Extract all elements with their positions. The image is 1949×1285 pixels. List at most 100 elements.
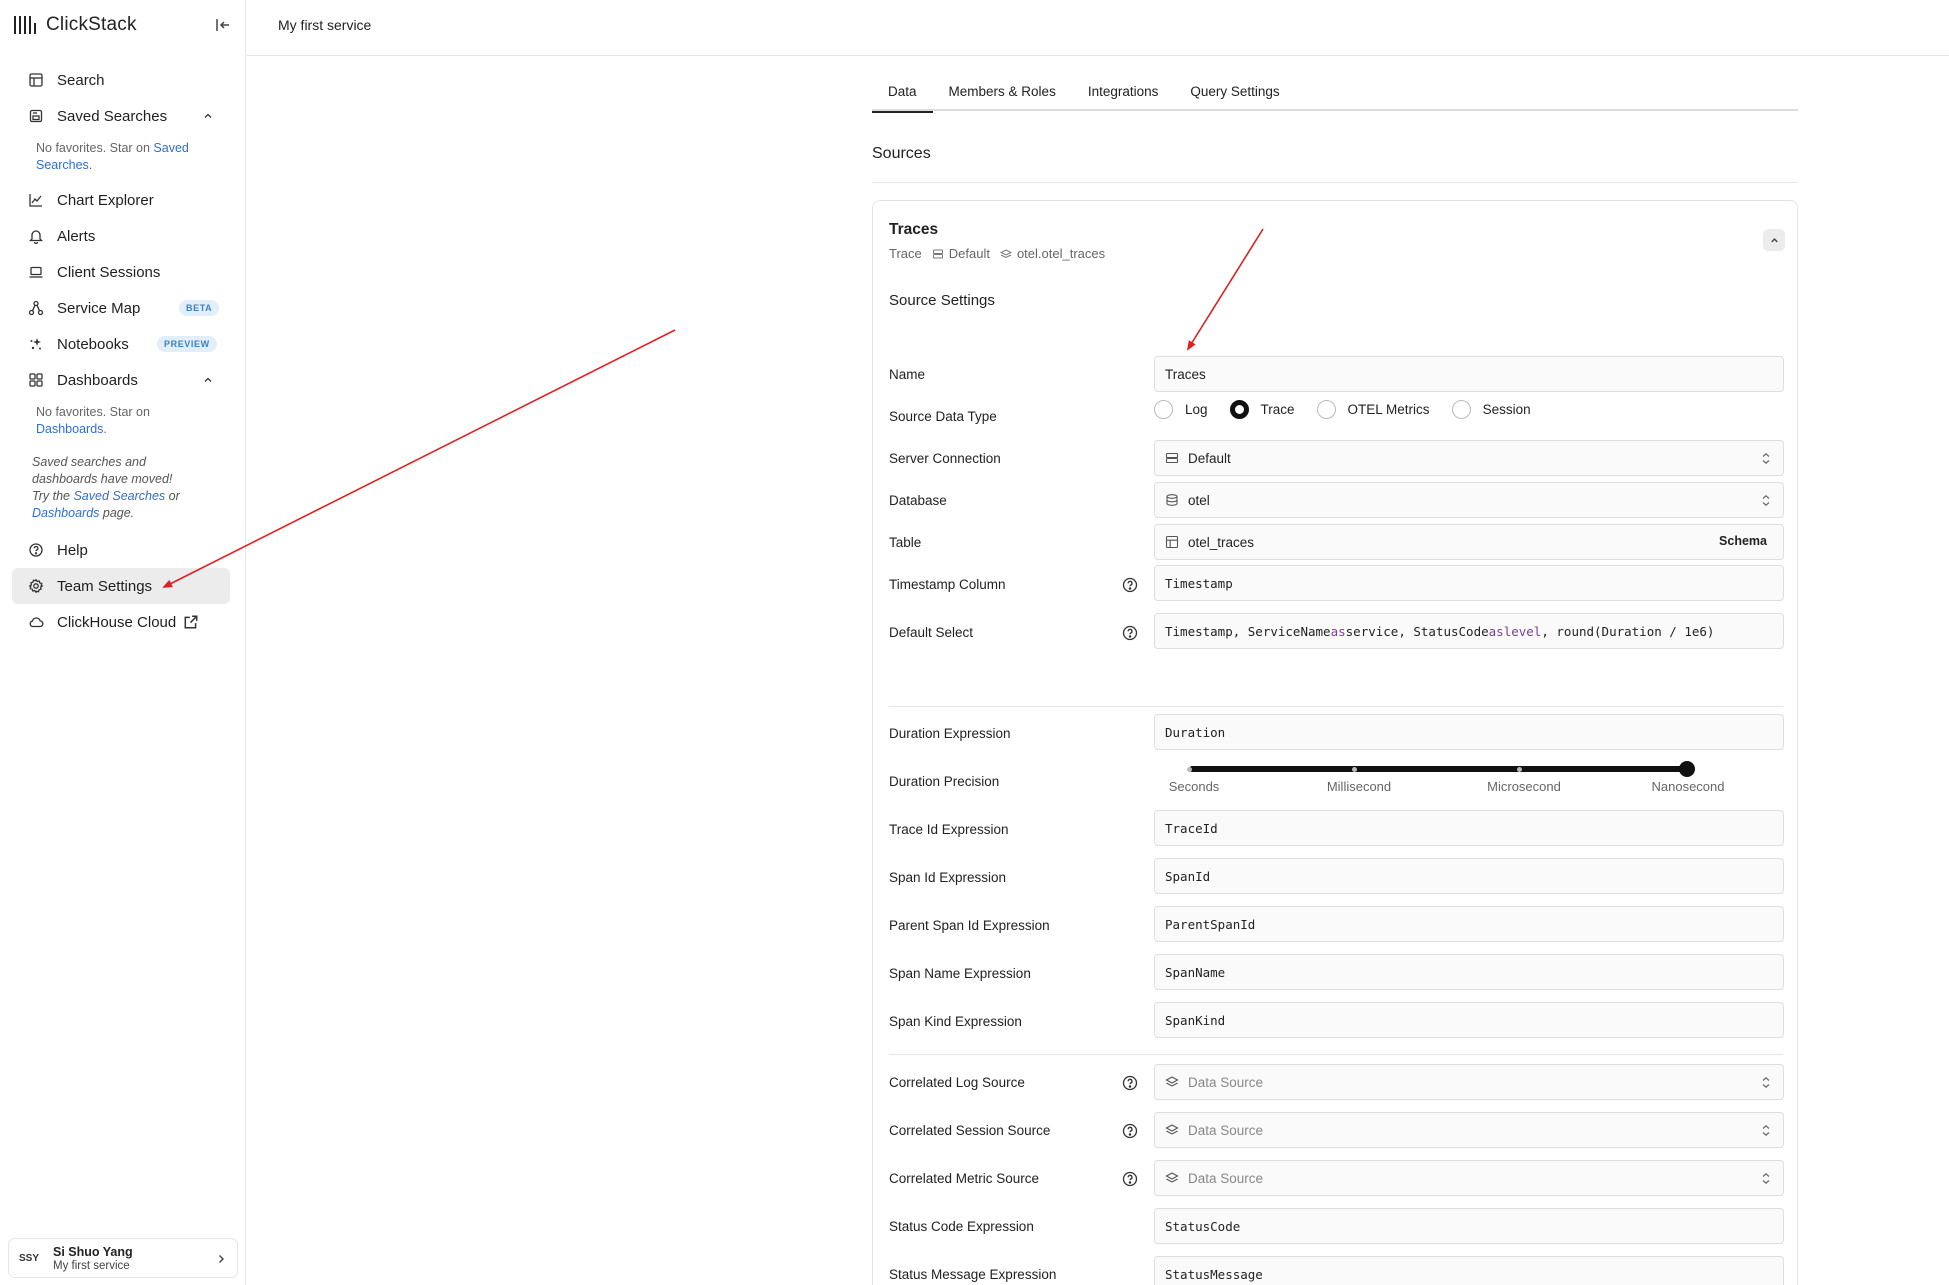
database-icon xyxy=(1166,494,1178,506)
slider-tick-label: Nanosecond xyxy=(1651,779,1725,794)
name-input[interactable]: Traces xyxy=(1154,356,1784,392)
source-title: Traces xyxy=(889,221,939,238)
sidebar-item-chart-explorer[interactable]: Chart Explorer xyxy=(12,182,230,218)
sidebar-item-help[interactable]: Help xyxy=(12,532,230,568)
sidebar: ClickStack Search Saved Searches No favo… xyxy=(0,0,246,1285)
radio-otel-metrics[interactable] xyxy=(1316,400,1336,419)
help-circle-icon[interactable] xyxy=(1122,1171,1138,1187)
slider-mark xyxy=(1352,767,1357,772)
radio-label: OTEL Metrics xyxy=(1347,402,1430,417)
correlated-session-source-select[interactable]: Data Source xyxy=(1154,1112,1784,1148)
parent-span-id-expression-input[interactable]: ParentSpanId xyxy=(1154,906,1784,942)
user-name: Si Shuo Yang xyxy=(53,1244,133,1259)
tab-integrations[interactable]: Integrations xyxy=(1072,76,1175,111)
table-select[interactable]: otel_traces Schema xyxy=(1154,524,1784,560)
stack-icon xyxy=(1165,1124,1179,1135)
dashboards-link[interactable]: Dashboards xyxy=(32,506,99,520)
select-value: otel_traces xyxy=(1188,534,1255,550)
span-kind-expression-input[interactable]: SpanKind xyxy=(1154,1002,1784,1038)
select-placeholder: Data Source xyxy=(1188,1170,1264,1186)
user-service: My first service xyxy=(53,1259,130,1272)
schema-button[interactable]: Schema xyxy=(1719,534,1767,548)
sidebar-item-search[interactable]: Search xyxy=(12,62,230,98)
saved-searches-link[interactable]: Saved Searches xyxy=(73,489,165,503)
tab-query-settings[interactable]: Query Settings xyxy=(1174,76,1295,111)
chevron-up-icon[interactable] xyxy=(202,374,214,386)
database-select[interactable]: otel xyxy=(1154,482,1784,518)
correlated-metric-source-select[interactable]: Data Source xyxy=(1154,1160,1784,1196)
radio-trace[interactable] xyxy=(1229,400,1249,419)
server-icon xyxy=(1165,452,1179,464)
moved-text: page. xyxy=(99,506,135,520)
span-id-expression-input[interactable]: SpanId xyxy=(1154,858,1784,894)
source-card-traces: Traces Trace Default otel.otel_traces So… xyxy=(872,200,1798,1285)
help-circle-icon[interactable] xyxy=(1122,1075,1138,1091)
brand-name: ClickStack xyxy=(46,14,137,35)
preview-badge: PREVIEW xyxy=(157,336,217,352)
code-keyword: as xyxy=(1488,623,1504,639)
sidebar-item-label: Help xyxy=(57,541,88,559)
slider-thumb[interactable] xyxy=(1679,761,1695,777)
parent-span-id-expression-label: Parent Span Id Expression xyxy=(889,918,1050,933)
selector-icon xyxy=(1762,1172,1770,1185)
sidebar-item-service-map[interactable]: Service Map BETA xyxy=(12,290,230,326)
sidebar-item-label: Team Settings xyxy=(57,577,153,595)
status-code-expression-label: Status Code Expression xyxy=(889,1219,1034,1234)
help-circle-icon[interactable] xyxy=(1122,625,1138,641)
brand[interactable]: ClickStack xyxy=(14,12,137,38)
sidebar-item-dashboards[interactable]: Dashboards xyxy=(12,362,230,398)
radio-label: Trace xyxy=(1260,402,1295,417)
slider-tick-label: Seconds xyxy=(1168,779,1220,794)
collapse-sidebar-icon[interactable] xyxy=(214,16,232,34)
radio-label: Session xyxy=(1482,402,1531,417)
duration-expression-input[interactable]: Duration xyxy=(1154,714,1784,750)
span-id-expression-label: Span Id Expression xyxy=(889,870,1007,885)
sidebar-item-clickhouse-cloud[interactable]: ClickHouse Cloud xyxy=(12,604,230,640)
selector-icon xyxy=(1762,1076,1770,1089)
server-connection-select[interactable]: Default xyxy=(1154,440,1784,476)
chevron-up-icon[interactable] xyxy=(202,110,214,122)
duration-precision-label: Duration Precision xyxy=(889,774,1000,789)
span-name-expression-label: Span Name Expression xyxy=(889,966,1031,981)
default-select-input[interactable]: Timestamp, ServiceName as service, Statu… xyxy=(1154,613,1784,649)
correlated-log-source-select[interactable]: Data Source xyxy=(1154,1064,1784,1100)
timestamp-column-input[interactable]: Timestamp xyxy=(1154,565,1784,601)
trace-id-expression-label: Trace Id Expression xyxy=(889,822,1009,837)
chart-line-icon xyxy=(29,194,42,207)
gear-icon xyxy=(28,578,44,594)
sidebar-item-client-sessions[interactable]: Client Sessions xyxy=(12,254,230,290)
database-label: Database xyxy=(889,493,947,508)
note-text: No favorites. Star on xyxy=(36,141,154,155)
user-info: Si Shuo Yang My first service xyxy=(53,1245,133,1272)
source-table: otel.otel_traces xyxy=(1016,246,1106,261)
user-menu[interactable]: SSY Si Shuo Yang My first service xyxy=(8,1238,238,1278)
status-code-expression-input[interactable]: StatusCode xyxy=(1154,1208,1784,1244)
sidebar-item-alerts[interactable]: Alerts xyxy=(12,218,230,254)
radio-log[interactable] xyxy=(1154,400,1173,419)
sidebar-item-saved-searches[interactable]: Saved Searches xyxy=(12,98,230,134)
help-circle-icon[interactable] xyxy=(1122,577,1138,593)
dashboards-link[interactable]: Dashboards xyxy=(36,422,103,436)
tab-members-roles[interactable]: Members & Roles xyxy=(933,76,1072,111)
source-data-type-radio-group: Log Trace OTEL Metrics Session xyxy=(1154,400,1553,419)
table-icon xyxy=(29,73,43,87)
external-link-icon xyxy=(184,615,198,629)
collapse-card-button[interactable] xyxy=(1763,229,1785,251)
sidebar-item-notebooks[interactable]: Notebooks PREVIEW xyxy=(12,326,230,362)
status-message-expression-input[interactable]: StatusMessage xyxy=(1154,1256,1784,1285)
help-circle-icon[interactable] xyxy=(1122,1123,1138,1139)
select-value: Default xyxy=(1188,450,1231,466)
code-text: service, StatusCode xyxy=(1345,623,1489,639)
selector-icon xyxy=(1762,1124,1770,1137)
selector-icon xyxy=(1762,494,1770,507)
duration-precision-slider[interactable]: Seconds Millisecond Microsecond Nanoseco… xyxy=(1154,759,1784,799)
divider xyxy=(872,182,1798,183)
sidebar-item-team-settings[interactable]: Team Settings xyxy=(12,568,230,604)
sidebar-item-label: Search xyxy=(57,71,105,89)
sidebar-item-label: Service Map xyxy=(57,299,141,317)
span-name-expression-input[interactable]: SpanName xyxy=(1154,954,1784,990)
trace-id-expression-input[interactable]: TraceId xyxy=(1154,810,1784,846)
tab-data[interactable]: Data xyxy=(872,76,933,113)
moved-text: or xyxy=(165,489,180,503)
radio-session[interactable] xyxy=(1451,400,1471,419)
